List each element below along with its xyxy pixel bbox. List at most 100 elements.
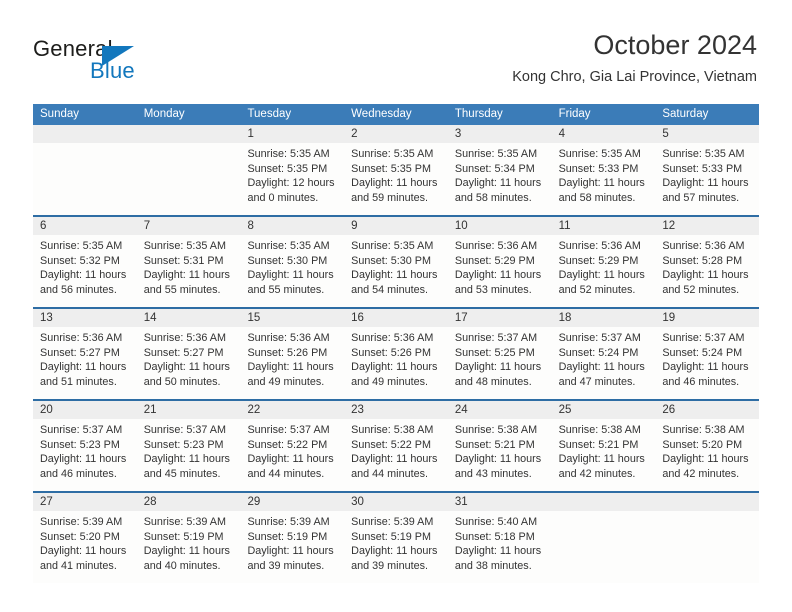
sunset-text: Sunset: 5:26 PM [351, 346, 431, 359]
day-number: 19 [655, 309, 760, 327]
day-details: Sunrise: 5:37 AM Sunset: 5:23 PM Daylight:… [33, 419, 137, 481]
weekday-tuesday: Tuesday [247, 108, 292, 120]
sunrise-text: Sunrise: 5:36 AM [351, 332, 434, 344]
daylight-text-line1: Daylight: 11 hours [40, 269, 127, 282]
sunset-text: Sunset: 5:25 PM [454, 346, 535, 359]
day-cell[interactable]: 15 Sunrise: 5:36 AM Sunset: 5:26 PM Dayligh… [240, 309, 345, 399]
day-cell[interactable]: 9 Sunrise: 5:35 AM Sunset: 5:30 PM Daylight… [344, 217, 448, 307]
sunrise-text: Sunrise: 5:39 AM [351, 516, 434, 528]
day-number: 20 [33, 401, 137, 419]
day-cell[interactable]: 18 Sunrise: 5:37 AM Sunset: 5:24 PM Dayligh… [551, 309, 656, 399]
day-cell[interactable]: 12 Sunrise: 5:36 AM Sunset: 5:28 PM Dayligh… [655, 217, 760, 307]
weekday-header-row: Sunday Monday Tuesday Wednesday Thursday… [33, 104, 759, 125]
daylight-text-line1: Daylight: 11 hours [454, 545, 542, 558]
daylight-text-line2: and 58 minutes. [454, 191, 532, 204]
sunrise-text: Sunrise: 5:39 AM [40, 516, 123, 528]
day-number: 10 [447, 217, 552, 235]
day-cell[interactable]: 14 Sunrise: 5:36 AM Sunset: 5:27 PM Dayligh… [136, 309, 241, 399]
day-details: Sunrise: 5:35 AM Sunset: 5:31 PM Daylight:… [137, 235, 241, 297]
day-cell[interactable]: 4 Sunrise: 5:35 AM Sunset: 5:33 PM Daylight… [551, 125, 656, 215]
day-cell[interactable]: 6 Sunrise: 5:35 AM Sunset: 5:32 PM Daylight… [33, 217, 137, 307]
day-number: 2 [344, 125, 448, 143]
sunset-text: Sunset: 5:29 PM [454, 254, 535, 267]
day-details: Sunrise: 5:38 AM Sunset: 5:20 PM Daylight:… [655, 419, 759, 481]
day-number: 25 [551, 401, 656, 419]
day-cell[interactable]: 13 Sunrise: 5:36 AM Sunset: 5:27 PM Dayligh… [33, 309, 137, 399]
sunset-text: Sunset: 5:18 PM [454, 530, 535, 543]
day-details: Sunrise: 5:38 AM Sunset: 5:21 PM Daylight:… [448, 419, 552, 481]
day-cell[interactable]: 19 Sunrise: 5:37 AM Sunset: 5:24 PM Dayligh… [655, 309, 760, 399]
day-cell[interactable]: 7 Sunrise: 5:35 AM Sunset: 5:31 PM Daylight… [136, 217, 241, 307]
daylight-text-line1: Daylight: 11 hours [143, 453, 230, 466]
day-cell[interactable]: 10 Sunrise: 5:36 AM Sunset: 5:29 PM Dayligh… [447, 217, 552, 307]
day-cell[interactable]: 26 Sunrise: 5:38 AM Sunset: 5:20 PM Dayligh… [655, 401, 760, 491]
day-cell[interactable]: 2 Sunrise: 5:35 AM Sunset: 5:35 PM Daylight… [344, 125, 448, 215]
day-cell [655, 493, 760, 583]
sunrise-text: Sunrise: 5:38 AM [662, 424, 745, 436]
daylight-text-line2: and 46 minutes. [40, 467, 117, 480]
sunrise-text: Sunrise: 5:40 AM [454, 516, 538, 528]
day-cell[interactable]: 27 Sunrise: 5:39 AM Sunset: 5:20 PM Dayligh… [33, 493, 137, 583]
sunset-text: Sunset: 5:23 PM [143, 438, 224, 451]
day-cell[interactable]: 17 Sunrise: 5:37 AM Sunset: 5:25 PM Dayligh… [447, 309, 552, 399]
day-cell[interactable]: 1 Sunrise: 5:35 AM Sunset: 5:35 PM Daylight… [240, 125, 345, 215]
week-row: 27 Sunrise: 5:39 AM Sunset: 5:20 PM Dayligh… [33, 491, 760, 583]
day-cell[interactable]: 8 Sunrise: 5:35 AM Sunset: 5:30 PM Daylight… [240, 217, 345, 307]
daylight-text-line2: and 53 minutes. [454, 283, 532, 296]
day-cell[interactable]: 3 Sunrise: 5:35 AM Sunset: 5:34 PM Daylight… [447, 125, 552, 215]
day-cell[interactable]: 5 Sunrise: 5:35 AM Sunset: 5:33 PM Daylight… [655, 125, 760, 215]
day-cell[interactable]: 25 Sunrise: 5:38 AM Sunset: 5:21 PM Dayligh… [551, 401, 656, 491]
day-cell[interactable]: 29 Sunrise: 5:39 AM Sunset: 5:19 PM Dayligh… [240, 493, 345, 583]
sunrise-text: Sunrise: 5:35 AM [351, 240, 434, 252]
day-cell[interactable]: 21 Sunrise: 5:37 AM Sunset: 5:23 PM Dayligh… [136, 401, 241, 491]
daylight-text-line2: and 49 minutes. [247, 375, 325, 388]
sunrise-text: Sunrise: 5:37 AM [558, 332, 641, 344]
week-row: 1 Sunrise: 5:35 AM Sunset: 5:35 PM Daylight… [33, 125, 760, 215]
sunset-text: Sunset: 5:35 PM [351, 162, 431, 175]
day-cell[interactable]: 24 Sunrise: 5:38 AM Sunset: 5:21 PM Dayligh… [447, 401, 552, 491]
sunset-text: Sunset: 5:30 PM [247, 254, 328, 267]
sunset-text: Sunset: 5:21 PM [454, 438, 535, 451]
day-cell[interactable]: 28 Sunrise: 5:39 AM Sunset: 5:19 PM Dayligh… [136, 493, 241, 583]
daylight-text-line2: and 59 minutes. [351, 191, 428, 204]
week-row: 13 Sunrise: 5:36 AM Sunset: 5:27 PM Dayligh… [33, 307, 760, 399]
sunset-text: Sunset: 5:27 PM [40, 346, 120, 359]
day-details: Sunrise: 5:36 AM Sunset: 5:26 PM Daylight:… [344, 327, 448, 389]
day-number: 11 [551, 217, 656, 235]
daylight-text-line2: and 42 minutes. [558, 467, 636, 480]
day-cell[interactable]: 23 Sunrise: 5:38 AM Sunset: 5:22 PM Dayligh… [344, 401, 448, 491]
daylight-text-line2: and 50 minutes. [143, 375, 221, 388]
day-cell[interactable]: 30 Sunrise: 5:39 AM Sunset: 5:19 PM Dayligh… [344, 493, 448, 583]
day-cell[interactable]: 11 Sunrise: 5:36 AM Sunset: 5:29 PM Dayligh… [551, 217, 656, 307]
daylight-text-line2: and 49 minutes. [351, 375, 428, 388]
daylight-text-line2: and 44 minutes. [351, 467, 428, 480]
sunrise-text: Sunrise: 5:37 AM [454, 332, 538, 344]
day-number: 27 [33, 493, 137, 511]
day-number: 26 [655, 401, 760, 419]
daylight-text-line2: and 54 minutes. [351, 283, 428, 296]
day-cell[interactable]: 31 Sunrise: 5:40 AM Sunset: 5:18 PM Dayligh… [447, 493, 552, 583]
day-cell[interactable]: 22 Sunrise: 5:37 AM Sunset: 5:22 PM Dayligh… [240, 401, 345, 491]
day-cell[interactable]: 16 Sunrise: 5:36 AM Sunset: 5:26 PM Dayligh… [344, 309, 448, 399]
day-details: Sunrise: 5:38 AM Sunset: 5:22 PM Daylight:… [344, 419, 448, 481]
day-details: Sunrise: 5:39 AM Sunset: 5:19 PM Daylight:… [344, 511, 448, 573]
day-details: Sunrise: 5:35 AM Sunset: 5:35 PM Daylight:… [240, 143, 344, 205]
day-number [33, 125, 137, 143]
daylight-text-line2: and 43 minutes. [454, 467, 532, 480]
day-number: 12 [655, 217, 760, 235]
daylight-text-line2: and 41 minutes. [40, 559, 117, 572]
day-details: Sunrise: 5:36 AM Sunset: 5:27 PM Daylight:… [137, 327, 241, 389]
daylight-text-line1: Daylight: 11 hours [143, 361, 230, 374]
sunrise-text: Sunrise: 5:36 AM [558, 240, 641, 252]
day-cell [136, 125, 241, 215]
page-header: General Blue October 2024 Kong Chro, Gia… [0, 0, 792, 104]
day-details: Sunrise: 5:38 AM Sunset: 5:21 PM Daylight:… [552, 419, 656, 481]
daylight-text-line2: and 48 minutes. [454, 375, 532, 388]
sunset-text: Sunset: 5:34 PM [454, 162, 535, 175]
weekday-thursday: Thursday [454, 108, 503, 120]
day-number [655, 493, 760, 511]
sunset-text: Sunset: 5:35 PM [247, 162, 328, 175]
daylight-text-line2: and 45 minutes. [143, 467, 221, 480]
generalblue-logo[interactable]: General Blue [33, 36, 213, 88]
day-cell[interactable]: 20 Sunrise: 5:37 AM Sunset: 5:23 PM Dayligh… [33, 401, 137, 491]
